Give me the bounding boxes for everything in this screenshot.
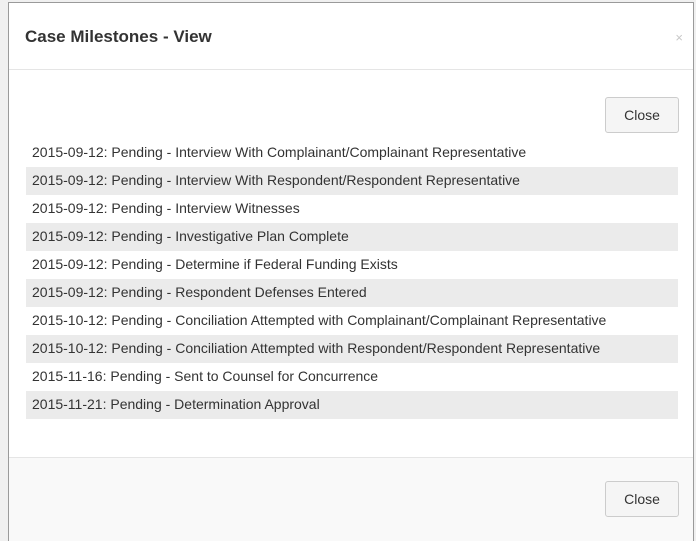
dialog-header: Case Milestones - View ×: [9, 3, 693, 70]
dialog-footer: Close: [9, 457, 693, 541]
milestone-item: 2015-09-12: Pending - Interview With Res…: [26, 167, 678, 195]
milestone-item: 2015-09-12: Pending - Determine if Feder…: [32, 256, 398, 272]
dialog-body: Close 2015-09-12: Pending - Interview Wi…: [9, 70, 693, 457]
milestone-item: 2015-11-21: Pending - Determination Appr…: [26, 391, 678, 419]
dialog-title: Case Milestones - View: [25, 27, 212, 46]
milestone-item: 2015-10-12: Pending - Conciliation Attem…: [32, 312, 607, 328]
case-milestones-dialog: Case Milestones - View × Close 2015-09-1…: [8, 2, 694, 541]
close-icon[interactable]: ×: [675, 31, 683, 44]
milestone-item: 2015-09-12: Pending - Respondent Defense…: [26, 279, 678, 307]
close-button-top[interactable]: Close: [605, 97, 679, 133]
milestone-item: 2015-10-12: Pending - Conciliation Attem…: [26, 335, 678, 363]
milestone-item: 2015-09-12: Pending - Interview Witnesse…: [32, 200, 300, 216]
milestone-item: 2015-11-16: Pending - Sent to Counsel fo…: [32, 368, 379, 384]
close-button-bottom[interactable]: Close: [605, 481, 679, 517]
milestone-item: 2015-09-12: Pending - Investigative Plan…: [26, 223, 678, 251]
milestone-list: 2015-09-12: Pending - Interview With Com…: [26, 139, 678, 419]
milestone-item: 2015-09-12: Pending - Interview With Com…: [32, 144, 527, 160]
